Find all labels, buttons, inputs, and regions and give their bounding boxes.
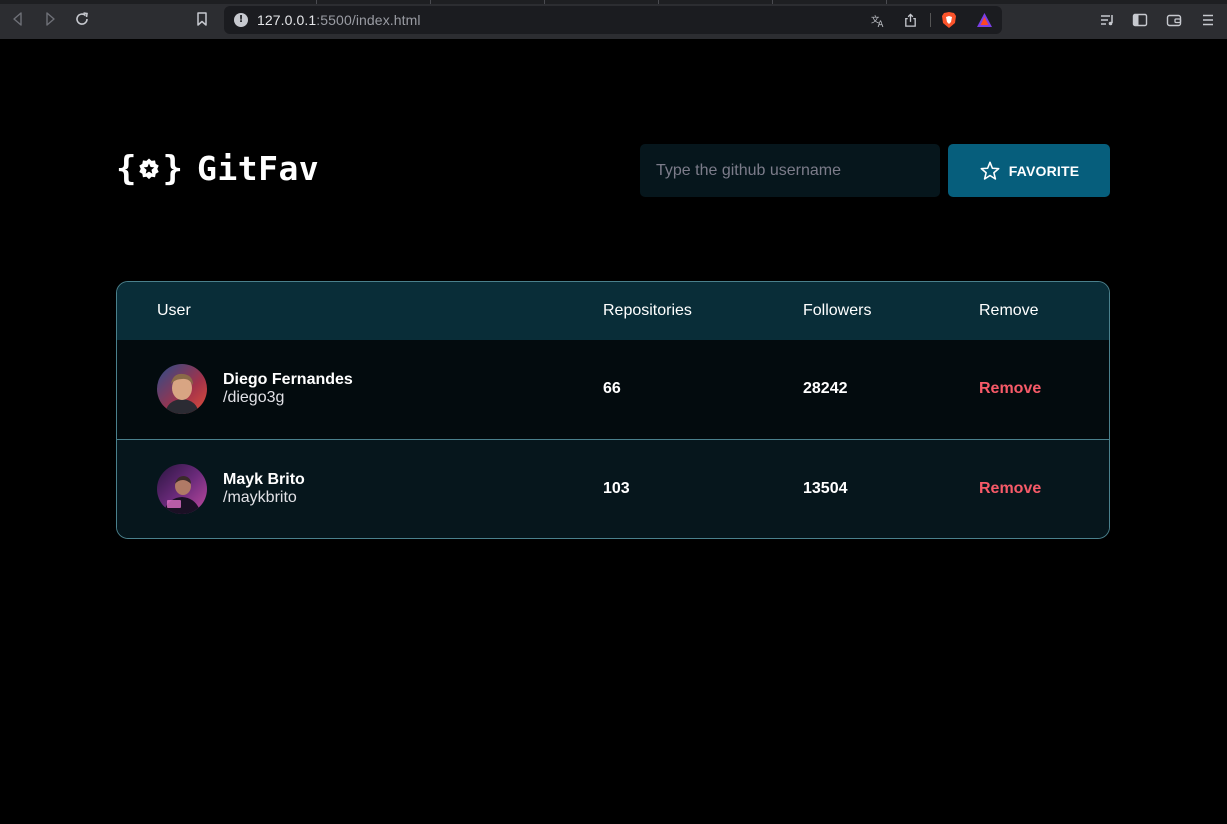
header-user: User <box>157 302 191 319</box>
app-title: GitFav <box>196 149 320 188</box>
share-icon[interactable] <box>902 12 918 28</box>
table-header-row: User Repositories Followers Remove <box>117 282 1109 340</box>
svg-text:A: A <box>877 19 883 28</box>
star-icon <box>980 161 1000 180</box>
menu-icon[interactable] <box>1199 11 1217 29</box>
divider <box>930 13 931 27</box>
followers-count: 13504 <box>803 479 848 497</box>
remove-button[interactable]: Remove <box>979 380 1041 398</box>
playlist-icon[interactable] <box>1098 11 1116 29</box>
header-remove: Remove <box>979 302 1039 319</box>
table-row: Mayk Brito /maykbrito 103 13504 Remove <box>117 439 1109 538</box>
avatar[interactable] <box>157 364 207 415</box>
browser-toolbar: ! 127.0.0.1:5500/index.html 文A <box>0 0 1227 39</box>
site-info-icon[interactable]: ! <box>234 13 248 27</box>
favorites-table: User Repositories Followers Remove Diego… <box>116 281 1110 539</box>
table-row: Diego Fernandes /diego3g 66 28242 Remove <box>117 340 1109 439</box>
header-repositories: Repositories <box>603 302 692 319</box>
avatar[interactable] <box>157 463 207 514</box>
logo-brace-close: } <box>162 149 183 189</box>
brave-shields-icon[interactable] <box>941 11 957 29</box>
repositories-count: 66 <box>603 380 621 398</box>
remove-cell: Remove <box>979 340 1109 439</box>
user-cell: Diego Fernandes /diego3g <box>117 340 603 439</box>
bookmark-icon[interactable] <box>193 10 211 28</box>
translate-icon[interactable]: 文A <box>870 12 886 28</box>
star-badge-icon <box>139 158 160 180</box>
brave-rewards-icon[interactable] <box>976 12 993 28</box>
followers-count: 28242 <box>803 380 848 398</box>
repositories-count: 103 <box>603 479 630 497</box>
favorite-button-label: FAVORITE <box>1008 162 1080 179</box>
header-followers: Followers <box>803 302 872 319</box>
user-login[interactable]: /diego3g <box>223 389 353 407</box>
url-path: :5500/index.html <box>316 12 421 28</box>
url-text[interactable]: 127.0.0.1:5500/index.html <box>257 12 421 28</box>
user-name: Diego Fernandes <box>223 371 353 389</box>
url-host: 127.0.0.1 <box>257 12 317 28</box>
reload-icon[interactable] <box>73 10 91 28</box>
user-cell: Mayk Brito /maykbrito <box>117 439 603 538</box>
remove-button[interactable]: Remove <box>979 480 1041 498</box>
wallet-icon[interactable] <box>1165 11 1183 29</box>
gitfav-logo: { } GitFav <box>116 149 319 189</box>
user-login[interactable]: /maykbrito <box>223 489 305 507</box>
sidebar-icon[interactable] <box>1131 11 1149 29</box>
user-name: Mayk Brito <box>223 470 305 488</box>
search-input[interactable] <box>640 144 940 197</box>
tab-strip <box>0 0 1227 4</box>
back-icon[interactable] <box>9 10 27 28</box>
logo-brace-open: { <box>116 149 137 189</box>
address-bar[interactable]: ! 127.0.0.1:5500/index.html 文A <box>224 6 1002 34</box>
remove-cell: Remove <box>979 439 1109 538</box>
favorite-button[interactable]: FAVORITE <box>948 144 1110 197</box>
forward-icon[interactable] <box>41 10 59 28</box>
